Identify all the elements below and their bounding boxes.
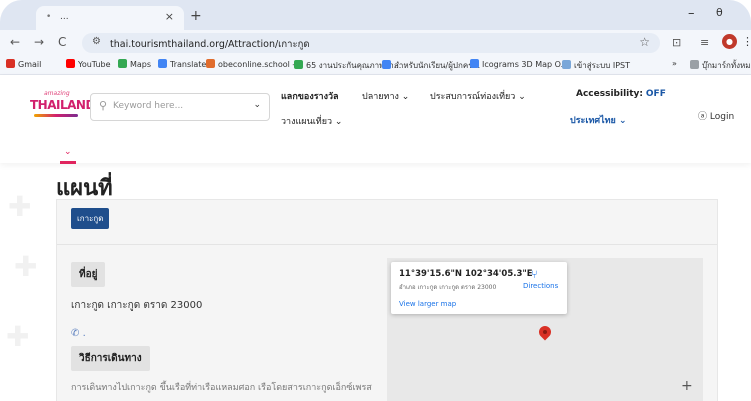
new-tab-icon[interactable]: +: [190, 8, 202, 24]
login-label: Login: [709, 112, 735, 122]
accessibility-toggle[interactable]: Accessibility: OFF: [576, 89, 666, 99]
phone-icon: ✆: [71, 328, 80, 339]
login-button[interactable]: ⓐ Login: [698, 109, 734, 122]
maps-icon: [118, 59, 127, 68]
bookmark-translate[interactable]: Translate: [158, 59, 206, 69]
obec-icon: [206, 59, 215, 68]
drive-icon: [382, 60, 391, 69]
nav-experience[interactable]: ประสบการณ์ท่องเที่ยว ⌄: [430, 89, 526, 103]
map-info-card: 11°39'15.6"N 102°34'05.3"E อำเภอ เกาะกูด…: [391, 262, 567, 314]
site-info-icon[interactable]: ⚙: [92, 36, 101, 47]
reload-icon[interactable]: C: [58, 35, 66, 49]
extensions-icon[interactable]: ⊡: [672, 36, 681, 49]
logo-small-text: amazing: [44, 90, 70, 97]
forward-icon[interactable]: →: [34, 35, 44, 49]
zoom-in-button[interactable]: +: [681, 378, 693, 394]
tab-title: ...: [60, 12, 69, 22]
search-input[interactable]: ⚲ Keyword here... ⌄: [90, 93, 270, 121]
bookmark-ipst[interactable]: เข้าสู่ระบบ IPST: [562, 59, 630, 72]
map-coordinates: 11°39'15.6"N 102°34'05.3"E: [399, 269, 533, 279]
tab-favicon-icon: •: [46, 12, 52, 22]
chevron-down-icon[interactable]: ⌄: [253, 100, 261, 110]
browser-window: • ... × + – θ ← → C ⚙ thai.tourismthaila…: [0, 0, 751, 401]
url-text: thai.tourismthailand.org/Attraction/เกาะ…: [110, 39, 310, 50]
directions-link[interactable]: Directions: [523, 282, 558, 290]
amazing-thailand-logo[interactable]: amazing THAILAND: [30, 90, 95, 122]
back-icon[interactable]: ←: [10, 35, 20, 49]
address-label: ที่อยู่: [71, 262, 106, 287]
phone-value: .: [82, 328, 86, 339]
directions-icon[interactable]: ⑂: [531, 268, 538, 281]
menu-icon[interactable]: ⋮: [742, 35, 751, 48]
accessibility-label: Accessibility:: [576, 89, 644, 99]
active-indicator: [60, 161, 76, 164]
accessibility-value: OFF: [645, 89, 666, 99]
directions-text: การเดินทางไปเกาะกูด ขึ้นเรือที่ท่าเรือแห…: [71, 383, 372, 393]
logo-main-text: THAILAND: [30, 98, 95, 112]
bookmark-gmail[interactable]: Gmail: [6, 59, 41, 69]
language-selector[interactable]: ประเทศไทย ⌄: [570, 113, 627, 127]
nav-destinations[interactable]: ปลายทาง ⌄: [362, 89, 409, 103]
logo-swoosh: [34, 114, 78, 117]
directions-label: วิธีการเดินทาง: [71, 346, 150, 371]
nav-awards[interactable]: แลกของรางวัล: [281, 89, 339, 103]
youtube-icon: [66, 59, 75, 68]
decorative-pattern: ✚: [6, 320, 30, 353]
bookmark-all[interactable]: บุ๊กมาร์กทั้งหมด: [690, 59, 751, 72]
bookmark-students[interactable]: สำหรับนักเรียน/ผู้ปกคร...: [382, 59, 480, 72]
map-pin-dot: [543, 330, 547, 334]
bookmarks-bar: Gmail YouTube Maps Translate obeconline.…: [0, 56, 751, 75]
map-address: อำเภอ เกาะกูด เกาะกูด ตราด 23000: [399, 284, 497, 291]
embedded-map[interactable]: 11°39'15.6"N 102°34'05.3"E อำเภอ เกาะกูด…: [387, 258, 703, 401]
nav-plan[interactable]: วางแผนเที่ยว ⌄: [281, 114, 342, 128]
map-panel: เกาะกูด ที่อยู่ เกาะกูด เกาะกูด ตราด 230…: [56, 199, 718, 401]
bookmark-icograms[interactable]: Icograms 3D Map O...: [470, 59, 568, 69]
search-placeholder: Keyword here...: [113, 101, 184, 111]
phone-row: ✆ .: [71, 328, 86, 339]
translate-icon: [158, 59, 167, 68]
chevron-down-icon[interactable]: ⌄: [64, 147, 72, 157]
site-header: amazing THAILAND ⚲ Keyword here... ⌄ แลก…: [0, 75, 751, 164]
tab-strip: • ... × + – θ: [0, 0, 751, 30]
folder-icon: [690, 60, 699, 69]
decorative-pattern: ✚: [14, 250, 38, 283]
view-larger-map-link[interactable]: View larger map: [399, 300, 456, 308]
browser-tab[interactable]: • ... ×: [36, 6, 184, 30]
search-icon: ⚲: [99, 99, 108, 112]
bookmark-obeconline[interactable]: obeconline.school -...: [206, 59, 303, 69]
more-bookmarks-icon[interactable]: »: [672, 59, 677, 68]
close-tab-icon[interactable]: ×: [165, 10, 174, 23]
address-value: เกาะกูด เกาะกูด ตราด 23000: [71, 300, 203, 311]
address-bar[interactable]: ⚙ thai.tourismthailand.org/Attraction/เก…: [82, 33, 660, 53]
bookmark-star-icon[interactable]: ☆: [639, 35, 650, 49]
drive-icon: [294, 60, 303, 69]
media-controls-icon[interactable]: ≡: [700, 36, 709, 49]
gmail-icon: [6, 59, 15, 68]
navigation-bar: ← → C ⚙ thai.tourismthailand.org/Attract…: [0, 30, 751, 56]
bookmark-youtube[interactable]: YouTube: [66, 59, 111, 69]
tab-koh-kood[interactable]: เกาะกูด: [71, 208, 110, 229]
panel-tabs: เกาะกูด: [57, 200, 717, 245]
minimize-icon[interactable]: –: [688, 6, 695, 21]
restore-icon[interactable]: θ: [716, 6, 723, 19]
bookmark-maps[interactable]: Maps: [118, 59, 151, 69]
avatar[interactable]: ●: [722, 34, 737, 49]
google-icon: [470, 59, 479, 68]
user-icon: ⓐ: [698, 112, 708, 122]
decorative-pattern: ✚: [8, 190, 32, 223]
ipst-icon: [562, 60, 571, 69]
